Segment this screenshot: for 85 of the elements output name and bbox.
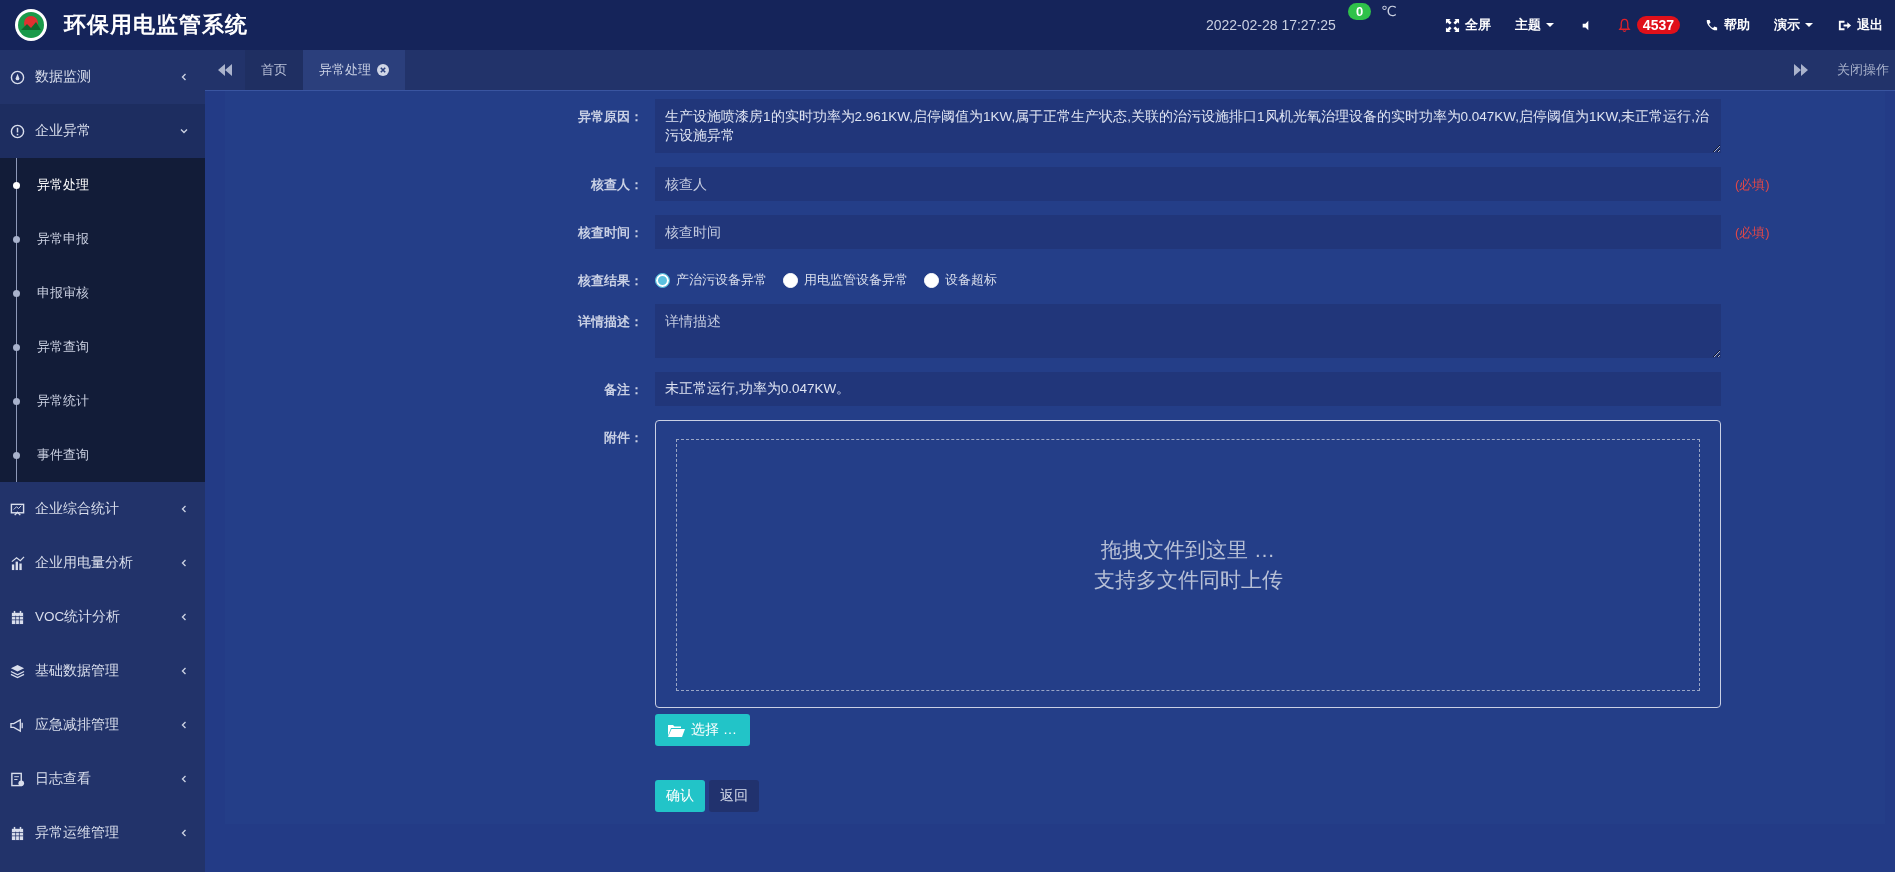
chevron-left-icon <box>179 828 189 838</box>
sidebar-item[interactable]: 应急减排管理 <box>0 698 205 752</box>
datetime: 2022-02-28 17:27:25 <box>1205 17 1336 33</box>
sidebar-item[interactable]: 企业用电量分析 <box>0 536 205 590</box>
presentation-icon <box>10 501 25 517</box>
chevron-left-icon <box>179 612 189 622</box>
field-label: 核查结果： <box>577 272 644 290</box>
text-area[interactable]: 详情描述 <box>655 304 1721 358</box>
sidebar-item-label: VOC统计分析 <box>35 608 122 626</box>
toolbar-button[interactable]: 退出 <box>1837 16 1883 34</box>
folder-icon <box>668 723 685 737</box>
sidebar-item-label: 应急减排管理 <box>35 716 120 734</box>
bar-chart-icon <box>10 555 25 571</box>
submenu-item[interactable]: 异常申报 <box>0 212 205 266</box>
field-label: 详情描述： <box>576 313 644 331</box>
drop-hint: 拖拽文件到这里 … <box>1101 537 1275 563</box>
input-field[interactable]: 核查人 <box>655 167 1721 201</box>
input-field[interactable]: 核查时间 <box>655 215 1721 249</box>
logo-icon <box>14 8 48 42</box>
toolbar-button[interactable]: 全屏 <box>1444 16 1491 34</box>
sidebar-item[interactable]: 异常运维管理 <box>0 806 205 860</box>
field-label: 备注： <box>603 381 644 399</box>
toolbar-button[interactable]: 帮助 <box>1704 16 1750 34</box>
radio-option[interactable]: 产治污设备异常 <box>655 271 767 289</box>
sidebar-item-label: 企业综合统计 <box>35 500 120 518</box>
toolbar-dropdown[interactable]: 主题 <box>1514 16 1554 34</box>
fullscreen-icon <box>1444 17 1460 33</box>
sidebar-item[interactable]: 日志查看 <box>0 752 205 806</box>
bell-icon <box>1616 17 1632 33</box>
tab[interactable]: 首页 <box>245 50 303 90</box>
chevron-left-icon <box>179 558 189 568</box>
calendar-icon <box>10 609 25 625</box>
submenu-item[interactable]: 事件查询 <box>0 428 205 482</box>
sidebar-item[interactable]: 数据监测 <box>0 50 205 104</box>
chevron-left-icon <box>179 666 189 676</box>
field-label: 附件： <box>603 429 644 447</box>
app-title: 环保用电监管系统 <box>64 11 248 39</box>
notification-badge: 4537 <box>1636 16 1680 34</box>
temperature-unit: ℃ <box>1381 3 1397 19</box>
submenu-item[interactable]: 异常处理 <box>0 158 205 212</box>
chevron-left-icon <box>179 504 189 514</box>
sidebar-item-label: 基础数据管理 <box>35 662 120 680</box>
radio-option[interactable]: 设备超标 <box>924 271 997 289</box>
field-label: 核查人： <box>590 176 644 194</box>
sidebar-item-label: 企业异常 <box>35 122 92 140</box>
gauge-icon <box>10 69 25 85</box>
sidebar-item-label: 日志查看 <box>35 770 92 788</box>
sidebar-item-label: 异常运维管理 <box>35 824 120 842</box>
megaphone-icon <box>10 717 25 733</box>
sidebar-item[interactable]: 企业异常 <box>0 104 205 158</box>
drop-hint: 支持多文件同时上传 <box>1093 567 1283 593</box>
text-area[interactable]: 生产设施喷漆房1的实时功率为2.961KW,启停阈值为1KW,属于正常生产状态,关联的治污设施排口1风机光氧治理设备的实时功率为0.047KW,启停阈值为1KW,未正常运行,治污设施异常 <box>655 99 1721 153</box>
sidebar-item[interactable]: 基础数据管理 <box>0 644 205 698</box>
back-button[interactable]: 返回 <box>709 780 759 812</box>
alert-icon <box>10 123 25 139</box>
sidebar-item-label: 企业用电量分析 <box>35 554 134 572</box>
chevron-left-icon <box>179 774 189 784</box>
chevron-left-icon <box>179 72 189 82</box>
close-operations-button[interactable]: 关闭操作 <box>1821 50 1895 90</box>
required-note: (必填) <box>1734 224 1770 242</box>
double-right-arrow-icon <box>1794 64 1808 76</box>
tab[interactable]: 异常处理 <box>303 50 405 90</box>
calendar-icon <box>10 825 25 841</box>
temperature-badge: 0 <box>1347 3 1372 20</box>
sidebar-item[interactable]: VOC统计分析 <box>0 590 205 644</box>
submenu-item[interactable]: 异常统计 <box>0 374 205 428</box>
required-note: (必填) <box>1734 176 1770 194</box>
field-label: 核查时间： <box>577 224 644 242</box>
log-icon <box>10 771 25 787</box>
chevron-down-icon <box>179 126 189 136</box>
field-label: 异常原因： <box>577 108 644 126</box>
sidebar-item[interactable]: 企业综合统计 <box>0 482 205 536</box>
layers-icon <box>10 663 25 679</box>
chevron-left-icon <box>179 720 189 730</box>
submenu-item[interactable]: 异常查询 <box>0 320 205 374</box>
double-left-arrow-icon <box>218 64 232 76</box>
input-field[interactable]: 未正常运行,功率为0.047KW。 <box>655 372 1721 406</box>
sidebar-item-label: 数据监测 <box>35 68 92 86</box>
close-icon[interactable] <box>377 64 389 76</box>
radio-option[interactable]: 用电监管设备异常 <box>783 271 908 289</box>
phone-icon <box>1704 17 1719 33</box>
toolbar-dropdown[interactable]: 演示 <box>1774 16 1813 34</box>
drop-zone[interactable]: 拖拽文件到这里 … 支持多文件同时上传 <box>676 439 1700 691</box>
notification-button[interactable]: 4537 <box>1616 16 1680 34</box>
submenu-item[interactable]: 申报审核 <box>0 266 205 320</box>
